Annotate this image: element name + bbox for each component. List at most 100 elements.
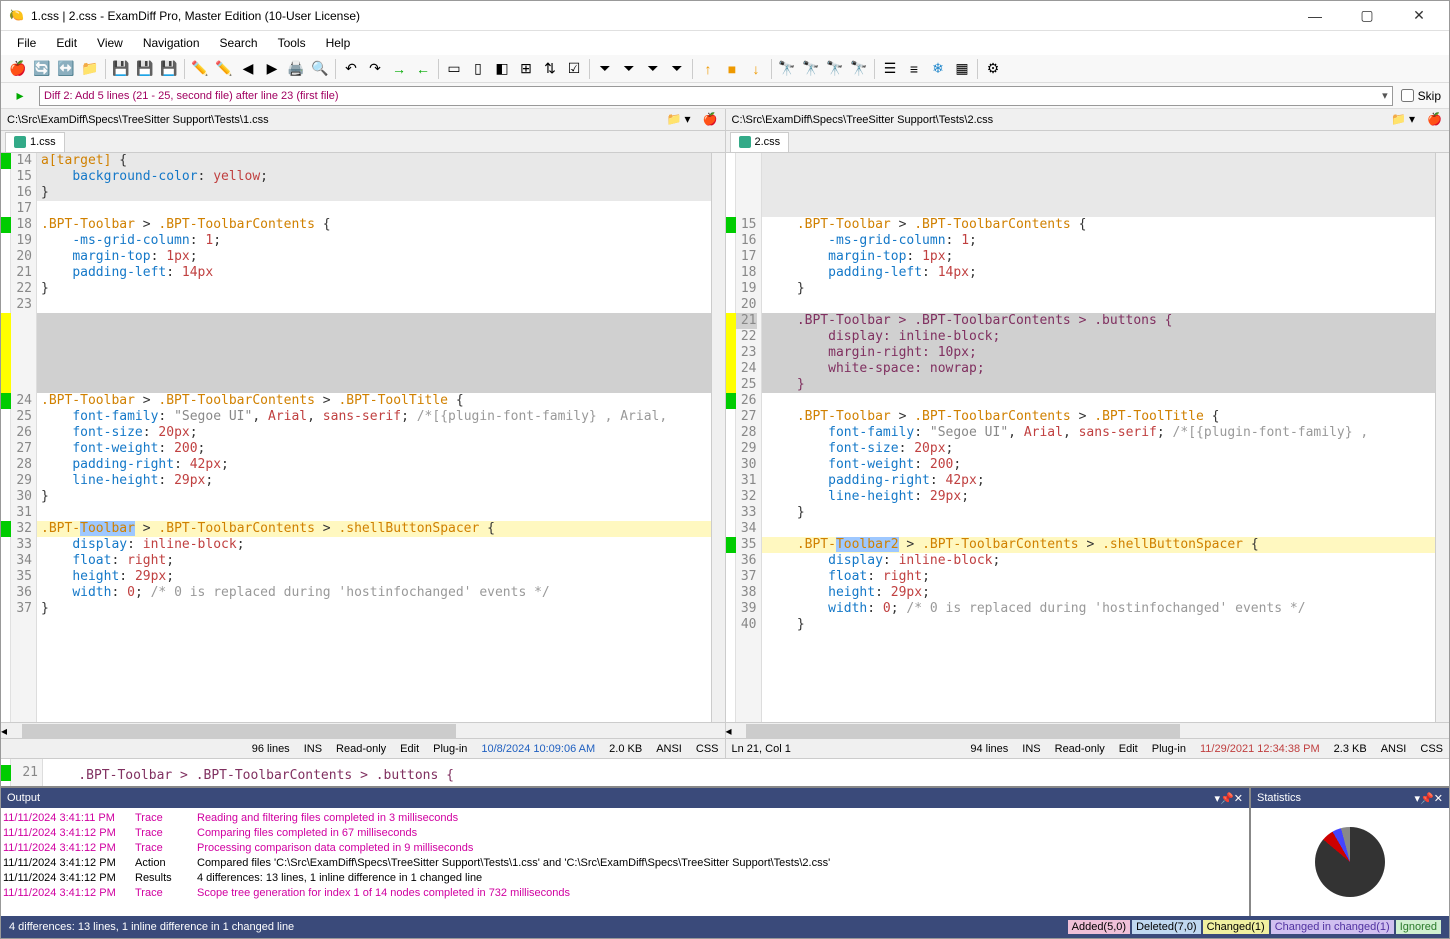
output-body[interactable]: 11/11/2024 3:41:11 PMTraceReading and fi… bbox=[1, 808, 1249, 916]
left-hscroll[interactable]: ◂ bbox=[1, 722, 725, 738]
output-row: 11/11/2024 3:41:12 PMActionCompared file… bbox=[3, 855, 1247, 870]
lines-icon[interactable]: ≡ bbox=[903, 58, 925, 80]
find3-icon[interactable]: 🔭 bbox=[824, 58, 846, 80]
bottom-panels: Output ▾ 📌 ✕ 11/11/2024 3:41:11 PMTraceR… bbox=[1, 786, 1449, 916]
right-code[interactable]: .BPT-Toolbar > .BPT-ToolbarContents { -m… bbox=[762, 153, 1436, 722]
minimize-button[interactable]: — bbox=[1293, 2, 1337, 30]
save-red-icon[interactable]: 💾 bbox=[134, 58, 156, 80]
filter2-icon[interactable]: ⏷ bbox=[618, 58, 640, 80]
save-all-icon[interactable]: 💾 bbox=[158, 58, 180, 80]
folder-icon[interactable]: 📁 bbox=[667, 112, 683, 128]
highlight-icon[interactable]: ▦ bbox=[951, 58, 973, 80]
right-ins: INS bbox=[1022, 743, 1040, 755]
copy-right-icon[interactable]: ▶ bbox=[261, 58, 283, 80]
next-diff-icon[interactable]: → bbox=[388, 58, 410, 80]
menu-view[interactable]: View bbox=[89, 34, 131, 52]
right-tab[interactable]: 2.css bbox=[730, 132, 790, 152]
diff-dropdown-text: Diff 2: Add 5 lines (21 - 25, second fil… bbox=[44, 90, 339, 102]
sync-icon[interactable]: ⇅ bbox=[539, 58, 561, 80]
left-tab-label: 1.css bbox=[30, 136, 56, 148]
menu-help[interactable]: Help bbox=[318, 34, 359, 52]
undo-icon[interactable]: ↶ bbox=[340, 58, 362, 80]
pin2-icon[interactable]: 📌 bbox=[1220, 792, 1234, 805]
fruit-icon[interactable]: 🍎 bbox=[703, 112, 719, 128]
left-edit: Edit bbox=[400, 743, 419, 755]
css-file-icon bbox=[739, 136, 751, 148]
edit-left-icon[interactable]: ✏️ bbox=[189, 58, 211, 80]
badge-ignored[interactable]: Ignored bbox=[1396, 920, 1441, 934]
pin2-icon[interactable]: 📌 bbox=[1420, 792, 1434, 805]
check-icon[interactable]: ☑ bbox=[563, 58, 585, 80]
compare-icon[interactable]: 🍎 bbox=[7, 58, 29, 80]
output-row: 11/11/2024 3:41:12 PMTraceComparing file… bbox=[3, 825, 1247, 840]
stats-panel: Statistics ▾ 📌 ✕ bbox=[1249, 788, 1449, 916]
badge-changed-in-changed[interactable]: Changed in changed(1) bbox=[1271, 920, 1394, 934]
summary-code: .BPT-Toolbar > .BPT-ToolbarContents > .b… bbox=[47, 768, 454, 783]
layout-v-icon[interactable]: ▯ bbox=[467, 58, 489, 80]
current-icon[interactable]: ■ bbox=[721, 58, 743, 80]
menu-edit[interactable]: Edit bbox=[48, 34, 85, 52]
menu-navigation[interactable]: Navigation bbox=[135, 34, 208, 52]
zoom-icon[interactable]: 🔍 bbox=[309, 58, 331, 80]
filter4-icon[interactable]: ⏷ bbox=[666, 58, 688, 80]
redo-icon[interactable]: ↷ bbox=[364, 58, 386, 80]
save-icon[interactable]: 💾 bbox=[110, 58, 132, 80]
skip-checkbox[interactable]: Skip bbox=[1401, 89, 1441, 103]
find4-icon[interactable]: 🔭 bbox=[848, 58, 870, 80]
right-edit: Edit bbox=[1119, 743, 1138, 755]
find2-icon[interactable]: 🔭 bbox=[800, 58, 822, 80]
maximize-button[interactable]: ▢ bbox=[1345, 2, 1389, 30]
folder-icon[interactable]: 📁 bbox=[1391, 112, 1407, 128]
filter1-icon[interactable]: ⏷ bbox=[594, 58, 616, 80]
up-icon[interactable]: ↑ bbox=[697, 58, 719, 80]
edit-right-icon[interactable]: ✏️ bbox=[213, 58, 235, 80]
toolbar: 🍎 🔄 ↔️ 📁 💾 💾 💾 ✏️ ✏️ ◀ ▶ 🖨️ 🔍 ↶ ↷ → ← ▭ … bbox=[1, 55, 1449, 83]
left-plugin: Plug-in bbox=[433, 743, 467, 755]
menu-tools[interactable]: Tools bbox=[270, 34, 314, 52]
list-icon[interactable]: ☰ bbox=[879, 58, 901, 80]
snowflake-icon[interactable]: ❄ bbox=[927, 58, 949, 80]
diff-dropdown[interactable]: Diff 2: Add 5 lines (21 - 25, second fil… bbox=[39, 86, 1393, 106]
settings-icon[interactable]: ⚙ bbox=[982, 58, 1004, 80]
menu-search[interactable]: Search bbox=[212, 34, 266, 52]
dropdown-icon[interactable]: ▾ bbox=[1409, 112, 1425, 128]
print-icon[interactable]: 🖨️ bbox=[285, 58, 307, 80]
left-editor[interactable]: 14151617181920212223 2425262728293031323… bbox=[1, 153, 725, 722]
layout-split-icon[interactable]: ◧ bbox=[491, 58, 513, 80]
diff-prev-icon[interactable]: ▸ bbox=[9, 85, 31, 107]
left-path: C:\Src\ExamDiff\Specs\TreeSitter Support… bbox=[7, 114, 665, 126]
badge-added[interactable]: Added(5,0) bbox=[1068, 920, 1130, 934]
skip-checkbox-input[interactable] bbox=[1401, 89, 1414, 102]
down-icon[interactable]: ↓ bbox=[745, 58, 767, 80]
swap-icon[interactable]: ↔️ bbox=[55, 58, 77, 80]
left-code[interactable]: a[target] { background-color: yellow; } … bbox=[37, 153, 711, 722]
close-button[interactable]: ✕ bbox=[1397, 2, 1441, 30]
right-overview[interactable] bbox=[1435, 153, 1449, 722]
right-enc: ANSI bbox=[1381, 743, 1407, 755]
refresh-icon[interactable]: 🔄 bbox=[31, 58, 53, 80]
layout-grid-icon[interactable]: ⊞ bbox=[515, 58, 537, 80]
summary-lineno: 21 bbox=[11, 765, 38, 781]
fruit-icon[interactable]: 🍎 bbox=[1427, 112, 1443, 128]
right-plugin: Plug-in bbox=[1152, 743, 1186, 755]
dropdown-icon[interactable]: ▾ bbox=[685, 112, 701, 128]
right-editor[interactable]: 151617181920 2122232425 2627282930313233… bbox=[726, 153, 1450, 722]
menu-file[interactable]: File bbox=[9, 34, 44, 52]
left-enc: ANSI bbox=[656, 743, 682, 755]
app-icon: 🍋 bbox=[9, 8, 25, 24]
badge-changed[interactable]: Changed(1) bbox=[1203, 920, 1269, 934]
copy-left-icon[interactable]: ◀ bbox=[237, 58, 259, 80]
close-panel-icon[interactable]: ✕ bbox=[1234, 792, 1243, 805]
left-tabbar: 1.css bbox=[1, 131, 725, 153]
find-icon[interactable]: 🔭 bbox=[776, 58, 798, 80]
open-icon[interactable]: 📁 bbox=[79, 58, 101, 80]
prev-diff-icon[interactable]: ← bbox=[412, 58, 434, 80]
right-hscroll[interactable]: ◂ bbox=[726, 722, 1450, 738]
left-tab[interactable]: 1.css bbox=[5, 132, 65, 152]
close-panel-icon[interactable]: ✕ bbox=[1434, 792, 1443, 805]
layout-h-icon[interactable]: ▭ bbox=[443, 58, 465, 80]
skip-label: Skip bbox=[1418, 89, 1441, 103]
badge-deleted[interactable]: Deleted(7,0) bbox=[1132, 920, 1201, 934]
left-overview[interactable] bbox=[711, 153, 725, 722]
filter3-icon[interactable]: ⏷ bbox=[642, 58, 664, 80]
